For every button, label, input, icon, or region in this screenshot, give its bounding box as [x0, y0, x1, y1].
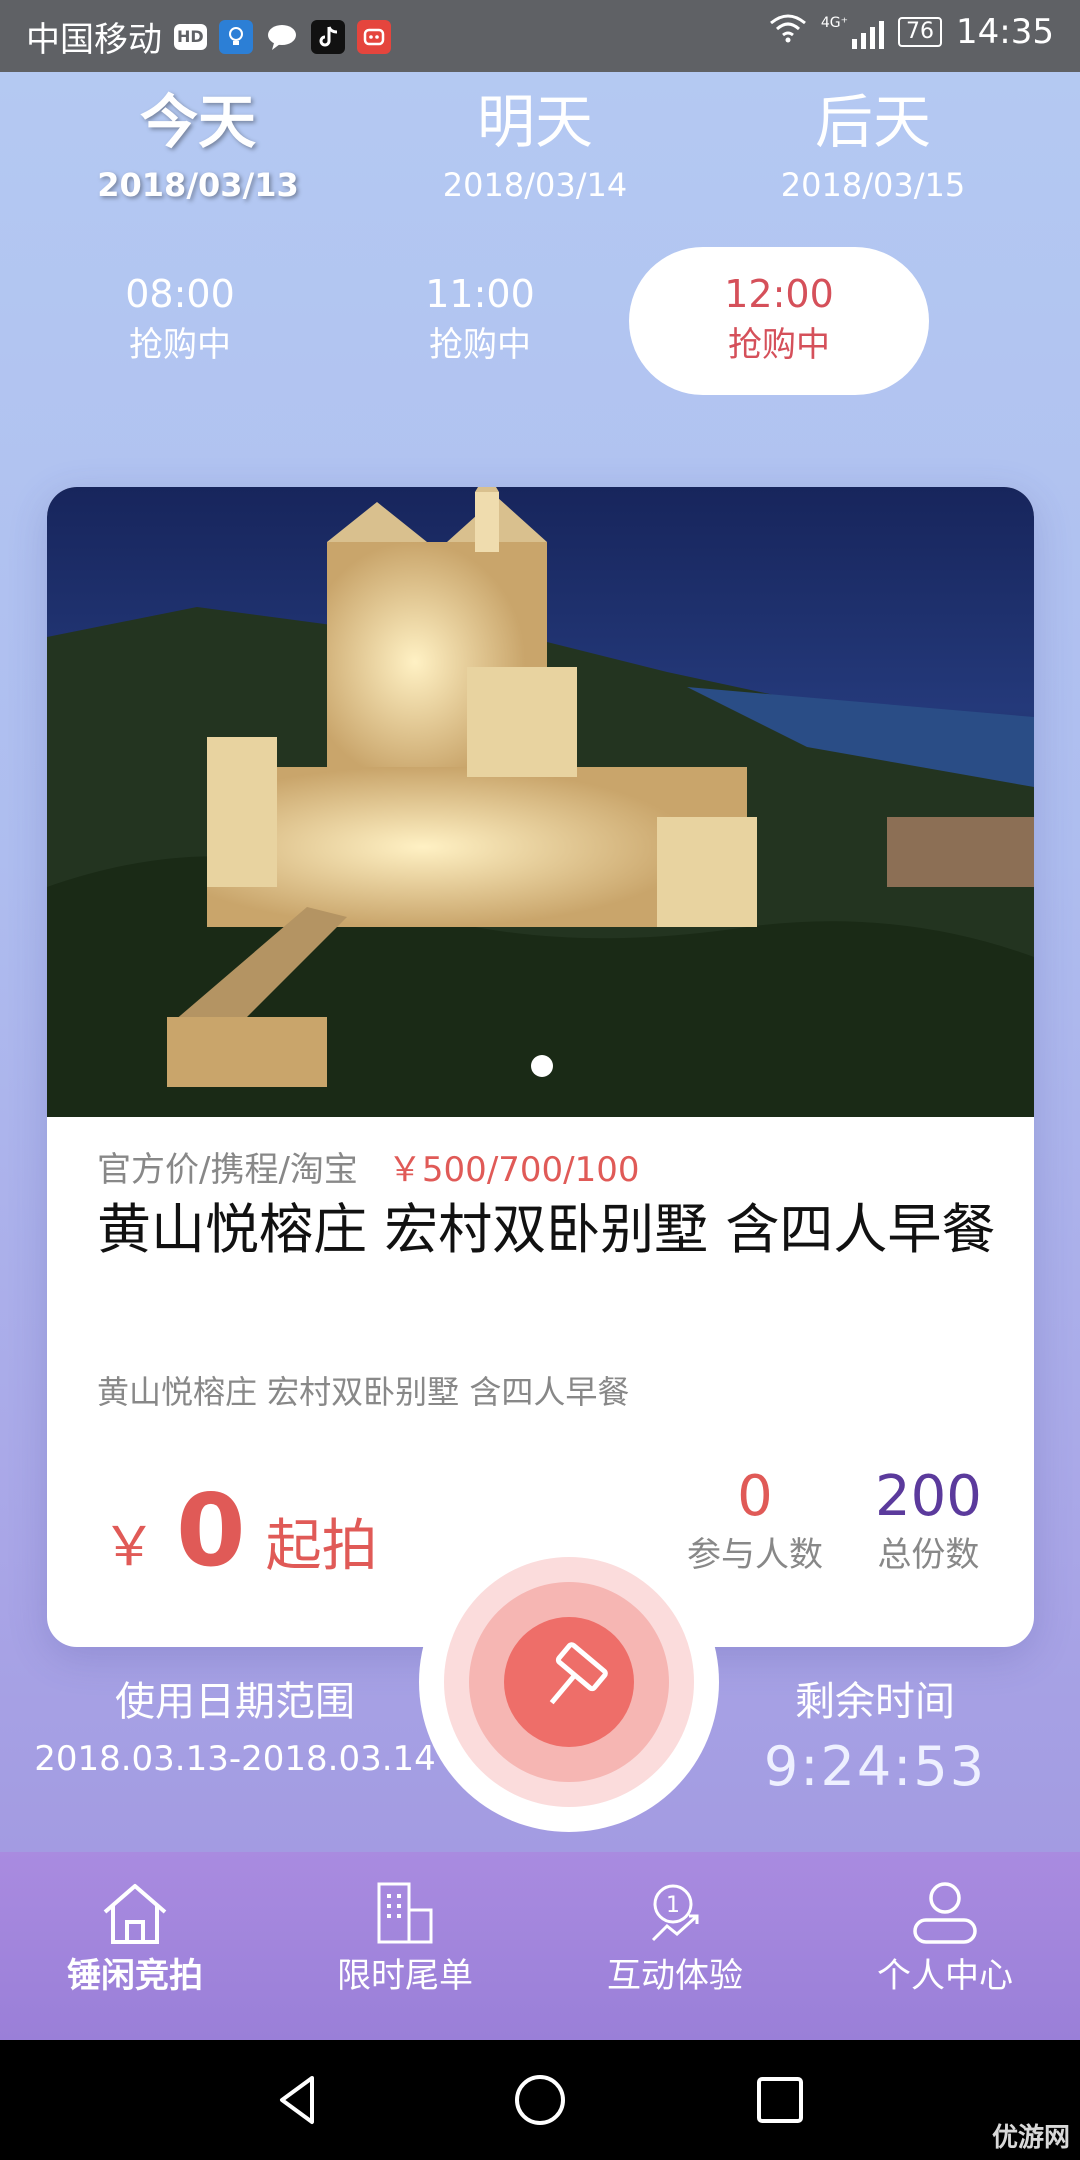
tab-label: 锤闲竞拍 — [67, 1956, 203, 1996]
bulb-notification-icon — [218, 19, 253, 54]
recents-icon[interactable] — [754, 2074, 806, 2126]
product-photo[interactable] — [47, 487, 1034, 1117]
remaining-time: 剩余时间 9:24:53 — [725, 1672, 1025, 1802]
tab-profile[interactable]: 个人中心 — [810, 1852, 1080, 2040]
usage-date-range: 使用日期范围 2018.03.13-2018.03.14 — [30, 1672, 440, 1786]
wifi-icon — [769, 12, 807, 52]
time-slot-1100[interactable]: 11:00 抢购中 — [330, 247, 630, 395]
total-count-value: 200 — [875, 1464, 982, 1529]
day-tab-day-after[interactable]: 后天 2018/03/15 — [723, 82, 1023, 208]
product-title: 黄山悦榕庄 宏村双卧别墅 含四人早餐 — [97, 1198, 996, 1261]
participant-count-value: 0 — [737, 1464, 773, 1529]
slot-status: 抢购中 — [429, 325, 531, 365]
starting-price-suffix: 起拍 — [265, 1514, 378, 1579]
chat-notification-icon — [265, 20, 299, 54]
reference-price-value: ￥500/700/100 — [387, 1150, 640, 1190]
app-screen: 今天 2018/03/13 明天 2018/03/14 后天 2018/03/1… — [0, 72, 1080, 2040]
day-name: 后天 — [814, 88, 931, 156]
day-name: 今天 — [139, 88, 256, 156]
tiktok-notification-icon — [310, 19, 345, 54]
day-selector: 今天 2018/03/13 明天 2018/03/14 后天 2018/03/1… — [0, 82, 1080, 222]
castle-hotel-image — [47, 487, 1034, 1117]
starting-price: ￥ 0 起拍 — [102, 1472, 378, 1589]
reference-price-label: 官方价/携程/淘宝 — [97, 1150, 358, 1190]
bid-button[interactable] — [419, 1532, 719, 1832]
bid-button-ring-inner — [469, 1582, 669, 1782]
building-icon — [377, 1882, 433, 1944]
tab-auction[interactable]: 锤闲竞拍 — [0, 1852, 270, 2040]
status-bar: 中国移动 HD 4G⁺ 76 14:35 — [0, 0, 1080, 72]
slot-time: 08:00 — [125, 272, 235, 316]
day-date: 2018/03/13 — [97, 166, 299, 204]
battery-indicator: 76 — [898, 17, 943, 47]
participant-count-label: 参与人数 — [687, 1535, 823, 1575]
gavel-icon — [549, 1642, 608, 1705]
tab-label: 互动体验 — [607, 1956, 743, 1996]
time-slot-1200[interactable]: 12:00 抢购中 — [629, 247, 929, 395]
total-count: 200 总份数 — [875, 1462, 982, 1578]
slot-time: 11:00 — [425, 272, 535, 316]
day-date: 2018/03/15 — [780, 166, 966, 204]
user-icon — [913, 1882, 977, 1944]
home-icon — [103, 1884, 167, 1944]
reference-price: 官方价/携程/淘宝 ￥500/700/100 — [97, 1142, 640, 1191]
hd-icon: HD — [174, 23, 207, 50]
product-card[interactable]: 官方价/携程/淘宝 ￥500/700/100 黄山悦榕庄 宏村双卧别墅 含四人早餐… — [47, 487, 1034, 1647]
signal-icon: 4G⁺ — [820, 15, 885, 49]
usage-date-label: 使用日期范围 — [115, 1679, 355, 1725]
clock: 14:35 — [956, 12, 1054, 52]
slot-time: 12:00 — [724, 272, 834, 316]
back-icon[interactable] — [270, 2072, 326, 2128]
usage-date-value: 2018.03.13-2018.03.14 — [34, 1739, 436, 1779]
carousel-indicator-dot[interactable] — [531, 1055, 553, 1077]
bid-button-ring — [444, 1557, 694, 1807]
system-navigation-bar: 优游网 — [0, 2040, 1080, 2160]
time-slot-selector: 08:00 抢购中 11:00 抢购中 12:00 抢购中 — [0, 247, 1080, 397]
tab-label: 个人中心 — [877, 1956, 1013, 1996]
network-type-label: 4G⁺ — [820, 15, 849, 31]
starting-price-value: 0 — [176, 1472, 246, 1589]
bottom-tab-bar: 锤闲竞拍 限时尾单 1 互动体验 个人中心 — [0, 1852, 1080, 2040]
app-notification-icon — [356, 19, 391, 54]
watermark-logo: 优游网 — [991, 2123, 1070, 2153]
tab-interactive[interactable]: 1 互动体验 — [540, 1852, 810, 2040]
svg-text:1: 1 — [666, 1893, 680, 1918]
bid-button-core — [504, 1617, 634, 1747]
day-tab-today[interactable]: 今天 2018/03/13 — [48, 82, 348, 208]
currency-symbol: ￥ — [102, 1515, 156, 1578]
trend-icon: 1 — [651, 1884, 699, 1942]
home-button-icon[interactable] — [512, 2072, 568, 2128]
day-date: 2018/03/14 — [442, 166, 628, 204]
product-subtitle: 黄山悦榕庄 宏村双卧别墅 含四人早餐 — [97, 1373, 630, 1411]
participant-count: 0 参与人数 — [687, 1462, 823, 1578]
tab-label: 限时尾单 — [337, 1956, 473, 1996]
slot-status: 抢购中 — [728, 325, 830, 365]
day-tab-tomorrow[interactable]: 明天 2018/03/14 — [385, 82, 685, 208]
total-count-label: 总份数 — [877, 1535, 980, 1575]
time-slot-0800[interactable]: 08:00 抢购中 — [30, 247, 330, 395]
remaining-time-label: 剩余时间 — [795, 1679, 955, 1725]
carrier-label: 中国移动 — [26, 20, 162, 60]
countdown-timer: 9:24:53 — [763, 1735, 987, 1798]
slot-status: 抢购中 — [129, 325, 231, 365]
day-name: 明天 — [476, 88, 593, 156]
tab-limited-offers[interactable]: 限时尾单 — [270, 1852, 540, 2040]
